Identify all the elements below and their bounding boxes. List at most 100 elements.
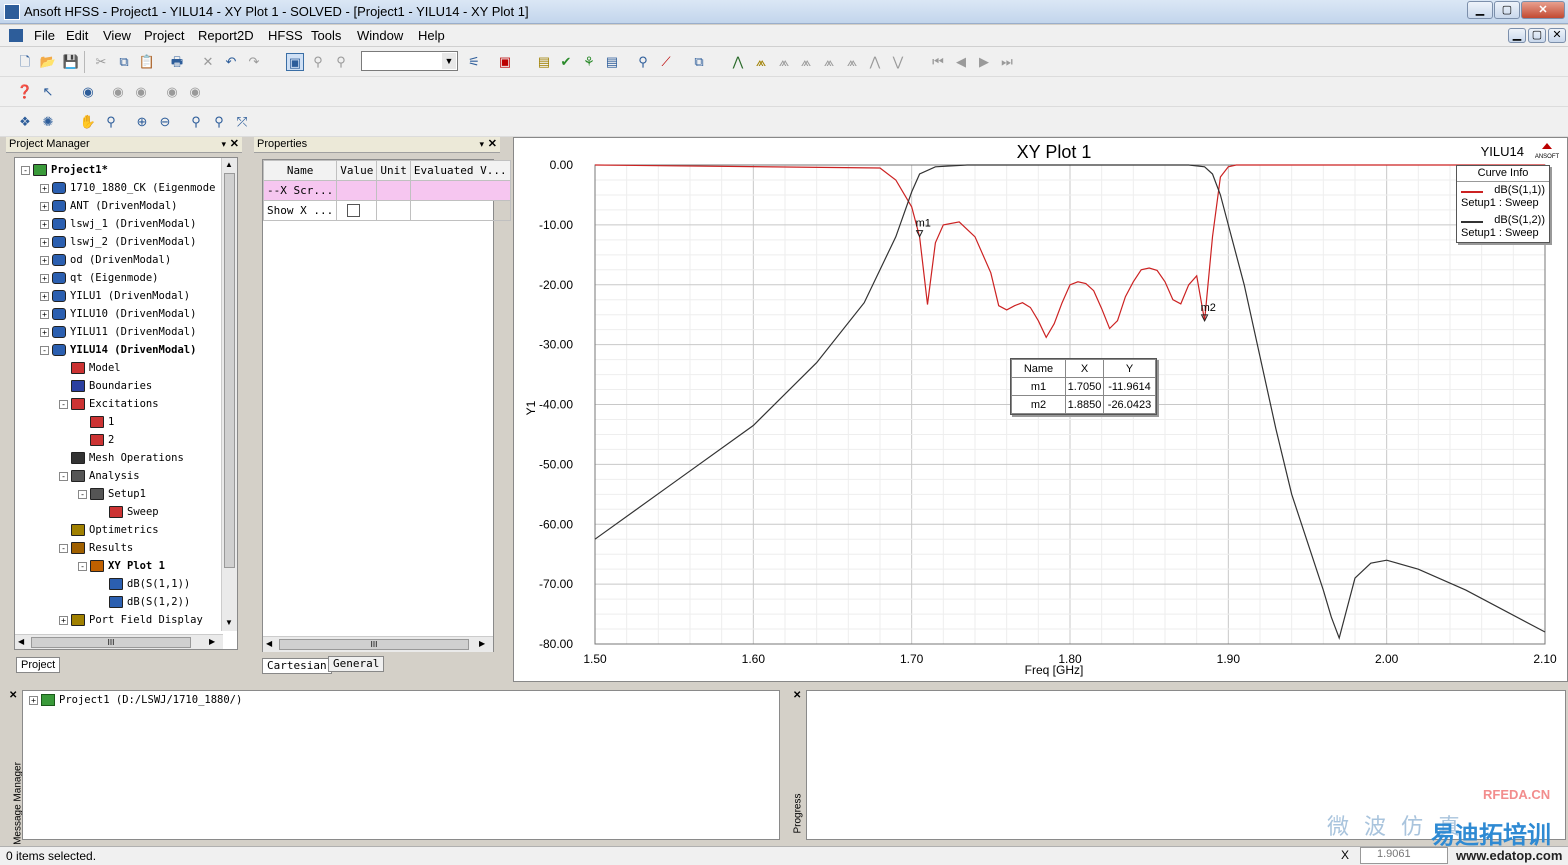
expand-icon[interactable]: + (40, 237, 49, 247)
tab-project[interactable]: Project (16, 657, 61, 673)
tree-item[interactable]: +1710_1880_CK (Eigenmode (40, 179, 215, 197)
minimize-button[interactable]: ▁ (1467, 1, 1493, 19)
select-mode-icon[interactable]: ▣ (286, 53, 304, 71)
tree-item[interactable]: + lswj_1 (DrivenModal) (40, 215, 196, 233)
trace-2-icon[interactable]: ⩕ (752, 53, 770, 71)
trace-4-icon[interactable]: ⩕ (797, 53, 815, 71)
context-help-icon[interactable]: ↖ (39, 83, 57, 101)
collapse-icon[interactable]: - (40, 345, 49, 355)
tree-item[interactable]: - Results (59, 539, 133, 557)
delete-icon[interactable]: ✕ (199, 53, 217, 71)
mdi-restore-button[interactable]: ▢ (1528, 28, 1546, 43)
trace-7-icon[interactable]: ⋀ (866, 53, 884, 71)
zoom-icon[interactable]: ⚲ (102, 113, 120, 131)
menu-project[interactable]: Project (144, 28, 184, 43)
zoom-out-icon[interactable]: ⊖ (156, 113, 174, 131)
trace-8-icon[interactable]: ⋁ (889, 53, 907, 71)
scroll-left-arrow[interactable]: ◀ (266, 639, 272, 648)
expand-icon[interactable]: + (40, 183, 49, 193)
expand-icon[interactable]: + (29, 695, 38, 705)
results-icon[interactable]: ⚘ (580, 53, 598, 71)
menu-edit[interactable]: Edit (66, 28, 88, 43)
hscroll-thumb[interactable]: III (31, 637, 191, 648)
selection-dropdown[interactable]: ▼ (361, 51, 458, 71)
close-icon[interactable]: ✕ (488, 137, 497, 152)
tab-general[interactable]: General (328, 656, 385, 672)
tree-vscroll[interactable]: ▲ ▼ (221, 158, 237, 631)
redo-icon[interactable]: ↷ (245, 53, 263, 71)
pin-icon[interactable]: ▾ (479, 137, 484, 152)
pan-icon[interactable]: ✋ (79, 113, 97, 131)
tree-item[interactable]: - Analysis (59, 467, 140, 485)
tree-item[interactable]: Sweep (97, 503, 159, 521)
window-cascade-icon[interactable]: ⧉ (690, 53, 708, 71)
scroll-right-arrow[interactable]: ▶ (209, 637, 215, 646)
expand-icon[interactable]: + (40, 219, 49, 229)
tree-item[interactable]: + qt (Eigenmode) (40, 269, 159, 287)
hide-all-icon[interactable]: ◉ (163, 83, 181, 101)
mdi-minimize-button[interactable]: ▁ (1508, 28, 1526, 43)
trace-1-icon[interactable]: ⋀ (729, 53, 747, 71)
model-view-icon[interactable]: ❖ (16, 113, 34, 131)
analyze-icon[interactable]: ▤ (535, 53, 553, 71)
marker-table[interactable]: Name X Y m1 1.7050 -11.9614 m2 1.8850 -2… (1010, 358, 1157, 415)
collapse-icon[interactable]: - (59, 471, 68, 481)
tree-item[interactable]: + YILU1 (DrivenModal) (40, 287, 190, 305)
hide-icon[interactable]: ◉ (109, 83, 127, 101)
collapse-icon[interactable]: - (59, 543, 68, 553)
tree-item[interactable]: dB(S(1,2)) (97, 593, 190, 611)
scroll-right-arrow[interactable]: ▶ (479, 639, 485, 648)
table-row[interactable]: --X Scr... (262, 180, 511, 201)
menu-help[interactable]: Help (418, 28, 445, 43)
tree-item[interactable]: 2 (78, 431, 114, 449)
plot-icon[interactable]: ⟋ (657, 53, 675, 71)
orient-icon[interactable]: ✺ (39, 113, 57, 131)
scroll-left-arrow[interactable]: ◀ (18, 637, 24, 646)
close-icon[interactable]: ✕ (9, 690, 17, 701)
pin-icon[interactable]: ▾ (221, 137, 226, 152)
expand-icon[interactable]: + (40, 255, 49, 265)
close-button[interactable]: ✕ (1521, 1, 1565, 19)
validate-icon[interactable]: ▣ (496, 53, 514, 71)
expand-icon[interactable]: + (40, 273, 49, 283)
menu-window[interactable]: Window (357, 28, 403, 43)
mdi-close-button[interactable]: ✕ (1548, 28, 1566, 43)
tree-item[interactable]: + YILU10 (DrivenModal) (40, 305, 196, 323)
view-icon[interactable]: ◉ (79, 83, 97, 101)
menu-view[interactable]: View (103, 28, 131, 43)
tree-item[interactable]: - Setup1 (78, 485, 146, 503)
print-icon[interactable]: 🖶 (168, 53, 186, 71)
expand-icon[interactable]: + (40, 327, 49, 337)
tree-item[interactable]: 1 (78, 413, 114, 431)
tree-item[interactable]: + ANT (DrivenModal) (40, 197, 177, 215)
next-icon[interactable]: ▶ (975, 53, 993, 71)
paste-icon[interactable]: 📋 (138, 53, 156, 71)
menu-tools[interactable]: Tools (311, 28, 341, 43)
last-icon[interactable]: ⏭ (998, 53, 1016, 71)
tree-item[interactable]: + lswj_2 (DrivenModal) (40, 233, 196, 251)
check-icon[interactable]: ✔ (557, 53, 575, 71)
tab-cartesian[interactable]: Cartesian (262, 658, 332, 674)
cut-icon[interactable]: ✂ (92, 53, 110, 71)
trace-3-icon[interactable]: ⩕ (775, 53, 793, 71)
tree-item[interactable]: - Project1* (21, 161, 108, 179)
expand-icon[interactable]: + (59, 615, 68, 625)
collapse-icon[interactable]: - (78, 489, 87, 499)
menu-hfss[interactable]: HFSS (268, 28, 303, 43)
collapse-icon[interactable]: - (59, 399, 68, 409)
tree-item[interactable]: + Port Field Display (59, 611, 203, 629)
tree-item[interactable]: Optimetrics (59, 521, 159, 539)
first-icon[interactable]: ⏮ (929, 53, 947, 71)
tree-item[interactable]: Model (59, 359, 121, 377)
expand-icon[interactable]: + (40, 309, 49, 319)
menu-file[interactable]: File (34, 28, 55, 43)
collapse-icon[interactable]: - (78, 561, 87, 571)
tree-item[interactable]: + YILU11 (DrivenModal) (40, 323, 196, 341)
show-x-checkbox[interactable] (347, 204, 361, 218)
marker-triangle[interactable] (915, 230, 924, 238)
fit-selection-icon[interactable]: ⚲ (210, 113, 228, 131)
scroll-down-arrow[interactable]: ▼ (225, 618, 233, 627)
select-by-name-icon[interactable]: ⚲ (332, 53, 350, 71)
scroll-up-arrow[interactable]: ▲ (225, 160, 233, 169)
maximize-button[interactable]: ▢ (1494, 1, 1520, 19)
